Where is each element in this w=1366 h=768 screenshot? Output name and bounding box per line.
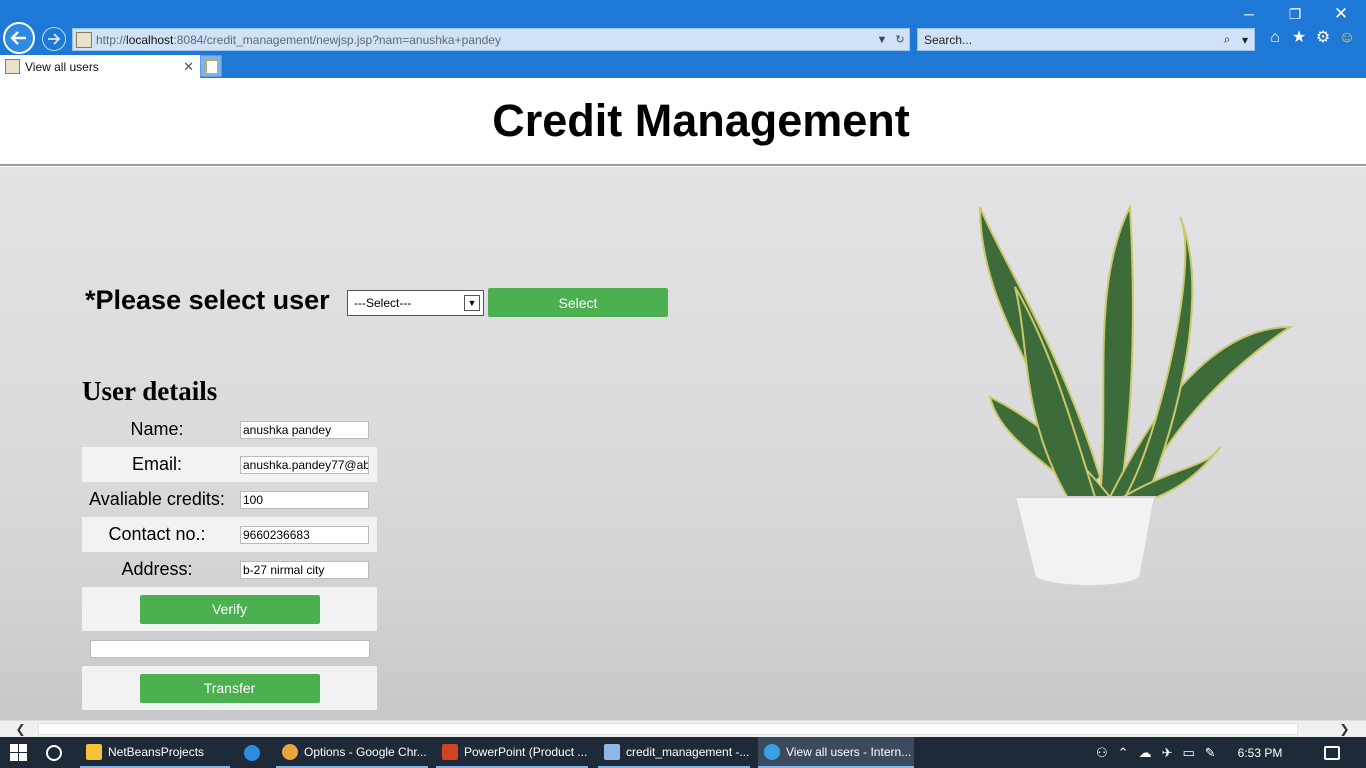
- scroll-left-icon[interactable]: ❮: [12, 721, 29, 738]
- powerpoint-icon: [442, 743, 458, 760]
- address-dropdown-icon[interactable]: ▼: [873, 34, 891, 46]
- tab-close-icon[interactable]: ✕: [183, 59, 194, 75]
- taskbar-item-label: PowerPoint (Product ...: [464, 744, 588, 759]
- cortana-circle-icon: [46, 744, 62, 761]
- user-details-heading: User details: [82, 376, 218, 406]
- scroll-right-icon[interactable]: ❯: [1336, 721, 1353, 738]
- folder-icon: [86, 743, 102, 760]
- clock[interactable]: 6:53 PM: [1238, 746, 1283, 760]
- main-content: *Please select user ---Select--- ▼ Selec…: [0, 167, 1366, 720]
- search-placeholder[interactable]: Search...: [924, 33, 1218, 47]
- search-icon[interactable]: ⌕: [1218, 32, 1236, 47]
- netbeans-icon: [604, 743, 620, 760]
- pen-ink-icon[interactable]: ✎: [1205, 745, 1216, 761]
- verify-button[interactable]: Verify: [139, 594, 320, 624]
- taskbar-item-netbeansprojects[interactable]: NetBeansProjects: [80, 737, 230, 768]
- taskbar-item-label: credit_management -...: [626, 744, 750, 759]
- action-center-icon[interactable]: [1324, 737, 1340, 768]
- feedback-smiley-icon[interactable]: ☺: [1338, 28, 1356, 48]
- airplane-mode-icon[interactable]: ✈: [1162, 745, 1173, 761]
- address-url[interactable]: http://localhost:8084/credit_management/…: [96, 33, 873, 47]
- taskbar-item-label: NetBeansProjects: [108, 744, 205, 759]
- credits-field[interactable]: 100: [240, 490, 369, 509]
- start-button[interactable]: [10, 737, 27, 768]
- credits-label: Avaliable credits:: [89, 489, 225, 509]
- forward-arrow-icon: [48, 33, 61, 45]
- refresh-icon[interactable]: ↻: [891, 33, 909, 46]
- chrome-icon: [282, 743, 298, 760]
- ie-icon: [764, 743, 780, 760]
- battery-icon[interactable]: ▭: [1182, 745, 1194, 761]
- address-bar[interactable]: http://localhost:8084/credit_management/…: [72, 28, 910, 51]
- email-field[interactable]: anushka.pandey77@ab: [240, 455, 369, 474]
- user-select-value[interactable]: ---Select---: [354, 296, 464, 310]
- edge-icon: [244, 744, 260, 761]
- credits-row: Avaliable credits: 100: [82, 482, 377, 517]
- page-favicon-icon: [76, 31, 92, 48]
- page-header: Credit Management: [0, 78, 1366, 166]
- people-icon[interactable]: ⚇: [1096, 745, 1108, 761]
- verify-row: Verify: [82, 587, 377, 631]
- plant-background-image: [979, 203, 1294, 587]
- transfer-button[interactable]: Transfer: [139, 673, 320, 703]
- taskbar-item-edge[interactable]: [244, 737, 266, 768]
- windows-logo-icon: [10, 744, 27, 761]
- cortana-button[interactable]: [46, 737, 62, 768]
- chevron-down-icon[interactable]: ▼: [464, 294, 480, 311]
- address-label: Address:: [121, 559, 193, 579]
- contact-label: Contact no.:: [108, 524, 206, 544]
- home-icon[interactable]: ⌂: [1266, 28, 1284, 48]
- name-field[interactable]: anushka pandey: [240, 420, 369, 439]
- show-hidden-icons-icon[interactable]: ⌃: [1118, 745, 1129, 761]
- taskbar-item-netbeans[interactable]: credit_management -...: [598, 737, 750, 768]
- taskbar-item-chrome[interactable]: Options - Google Chr...: [276, 737, 428, 768]
- forward-button[interactable]: [42, 27, 66, 51]
- search-box[interactable]: Search... ⌕ ▾: [917, 28, 1255, 51]
- browser-chrome: http://localhost:8084/credit_management/…: [0, 0, 1366, 78]
- email-row: Email: anushka.pandey77@ab: [82, 447, 377, 482]
- name-row: Name: anushka pandey: [82, 412, 377, 447]
- contact-row: Contact no.: 9660236683: [82, 517, 377, 552]
- search-dropdown-icon[interactable]: ▾: [1236, 33, 1254, 47]
- name-label: Name:: [130, 419, 184, 439]
- tab-title: View all users: [25, 59, 99, 74]
- new-tab-button[interactable]: [200, 55, 222, 77]
- user-select-dropdown[interactable]: ---Select--- ▼: [347, 289, 484, 316]
- tab-view-all-users[interactable]: View all users ✕: [0, 55, 200, 78]
- favorites-star-icon[interactable]: ★: [1290, 28, 1308, 48]
- taskbar-item-label: Options - Google Chr...: [304, 744, 427, 759]
- transfer-row: Transfer: [82, 666, 377, 710]
- horizontal-scrollbar[interactable]: ❮ ❯: [0, 720, 1366, 737]
- scrollbar-thumb[interactable]: [38, 723, 1298, 735]
- taskbar: NetBeansProjects Options - Google Chr...…: [0, 737, 1366, 768]
- system-tray: ⚇ ⌃ ☁ ✈ ▭ ✎ 6:53 PM: [1096, 737, 1282, 768]
- taskbar-item-powerpoint[interactable]: PowerPoint (Product ...: [436, 737, 588, 768]
- transfer-amount-row: [82, 631, 377, 666]
- address-field[interactable]: b-27 nirmal city: [240, 560, 369, 579]
- settings-gear-icon[interactable]: ⚙: [1314, 28, 1332, 48]
- email-label: Email:: [131, 454, 182, 474]
- page-title: Credit Management: [492, 95, 910, 146]
- back-arrow-icon: [10, 31, 26, 45]
- select-user-row: *Please select user ---Select--- ▼ Selec…: [85, 284, 668, 317]
- user-details-table: Name: anushka pandey Email: anushka.pand…: [82, 412, 377, 710]
- transfer-amount-input[interactable]: [89, 639, 370, 658]
- close-window-icon[interactable]: ✕: [1318, 2, 1364, 26]
- onedrive-icon[interactable]: ☁: [1139, 745, 1152, 761]
- address-row: Address: b-27 nirmal city: [82, 552, 377, 587]
- taskbar-item-label: View all users - Intern...: [786, 744, 912, 759]
- contact-field[interactable]: 9660236683: [240, 525, 369, 544]
- back-button[interactable]: [3, 22, 35, 54]
- restore-icon[interactable]: ❐: [1272, 2, 1318, 26]
- taskbar-item-ie[interactable]: View all users - Intern...: [758, 737, 914, 768]
- tab-favicon-icon: [5, 59, 20, 74]
- select-button[interactable]: Select: [488, 288, 668, 317]
- select-user-label: *Please select user: [85, 285, 330, 315]
- minimize-icon[interactable]: ─: [1226, 2, 1272, 26]
